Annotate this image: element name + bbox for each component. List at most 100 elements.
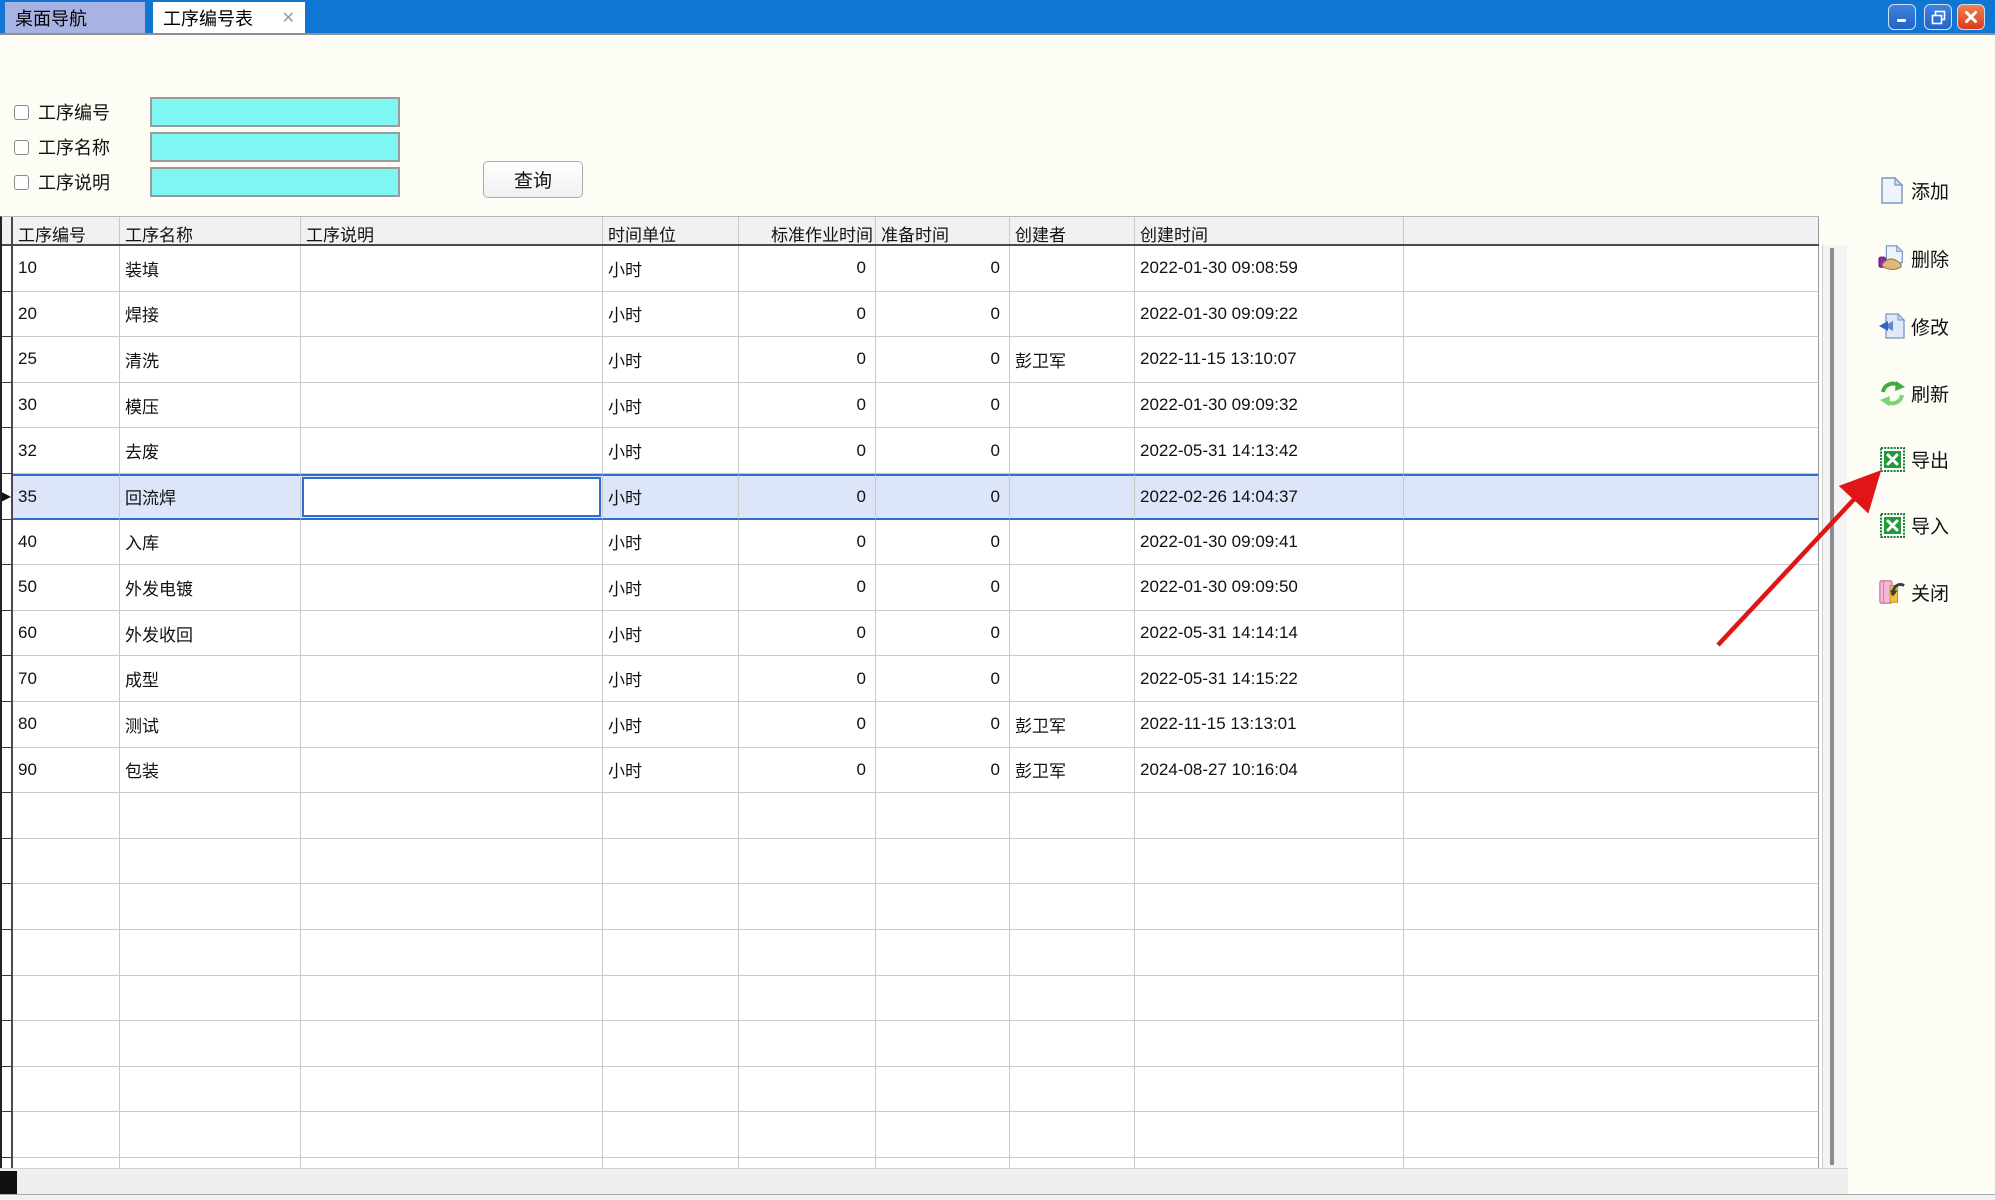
cell-creator[interactable] [1010,1067,1135,1113]
modify-button[interactable]: 修改 [1878,310,1949,342]
cell-desc[interactable] [301,793,603,839]
cell-prep[interactable]: 0 [876,383,1010,429]
process-code-checkbox[interactable] [14,105,29,120]
cell-name[interactable] [120,976,301,1022]
vertical-scrollbar-thumb[interactable] [1830,248,1834,1165]
cell-desc[interactable] [301,337,603,383]
cell-std[interactable] [739,1021,876,1067]
cell-creator[interactable] [1010,428,1135,474]
cell-desc[interactable] [301,976,603,1022]
cell-extra[interactable] [1404,1067,1819,1113]
cell-std[interactable]: 0 [739,702,876,748]
cell-name[interactable] [120,884,301,930]
cell-name[interactable] [120,793,301,839]
process-code-input[interactable] [150,97,400,127]
cell-prep[interactable] [876,839,1010,885]
cell-name[interactable]: 焊接 [120,292,301,338]
cell-std[interactable]: 0 [739,246,876,292]
cell-created[interactable]: 2022-02-26 14:04:37 [1135,474,1404,520]
cell-creator[interactable] [1010,246,1135,292]
table-row[interactable]: 50外发电镀小时002022-01-30 09:09:50 [2,565,1819,611]
delete-button[interactable]: 删除 [1878,242,1949,274]
cell-created[interactable] [1135,1021,1404,1067]
cell-unit[interactable]: 小时 [603,656,739,702]
cell-prep[interactable] [876,1021,1010,1067]
cell-creator[interactable] [1010,930,1135,976]
col-header-unit[interactable]: 时间单位 [603,217,739,244]
cell-prep[interactable]: 0 [876,611,1010,657]
cell-created[interactable] [1135,930,1404,976]
cell-name[interactable]: 回流焊 [120,474,301,520]
cell-name[interactable]: 清洗 [120,337,301,383]
cell-desc[interactable] [301,1112,603,1158]
import-button[interactable]: 导入 [1878,509,1949,541]
cell-code[interactable]: 20 [13,292,120,338]
refresh-button[interactable]: 刷新 [1878,377,1949,409]
cell-created[interactable]: 2022-01-30 09:09:50 [1135,565,1404,611]
horizontal-scrollbar[interactable] [0,1168,1848,1194]
cell-prep[interactable] [876,884,1010,930]
cell-extra[interactable] [1404,383,1819,429]
cell-created[interactable] [1135,976,1404,1022]
cell-prep[interactable]: 0 [876,565,1010,611]
cell-unit[interactable]: 小时 [603,611,739,657]
process-name-checkbox[interactable] [14,140,29,155]
cell-created[interactable]: 2022-05-31 14:13:42 [1135,428,1404,474]
cell-name[interactable]: 去废 [120,428,301,474]
cell-code[interactable] [13,1112,120,1158]
cell-created[interactable]: 2022-01-30 09:09:41 [1135,520,1404,566]
cell-creator[interactable] [1010,1112,1135,1158]
cell-unit[interactable]: 小时 [603,292,739,338]
table-row[interactable]: 40入库小时002022-01-30 09:09:41 [2,520,1819,566]
cell-std[interactable]: 0 [739,337,876,383]
cell-creator[interactable] [1010,793,1135,839]
cell-unit[interactable]: 小时 [603,383,739,429]
cell-name[interactable] [120,1021,301,1067]
cell-std[interactable]: 0 [739,611,876,657]
cell-creator[interactable]: 彭卫军 [1010,702,1135,748]
cell-std[interactable] [739,884,876,930]
cell-unit[interactable]: 小时 [603,246,739,292]
tab-close-icon[interactable]: ✕ [282,8,295,28]
tab-desktop-nav[interactable]: 桌面导航 [5,2,145,33]
cell-name[interactable]: 外发收回 [120,611,301,657]
horizontal-scrollbar-thumb[interactable] [0,1171,17,1194]
cell-unit[interactable] [603,976,739,1022]
cell-code[interactable]: 25 [13,337,120,383]
cell-extra[interactable] [1404,793,1819,839]
cell-unit[interactable] [603,839,739,885]
cell-extra[interactable] [1404,292,1819,338]
cell-extra[interactable] [1404,474,1819,520]
cell-code[interactable]: 50 [13,565,120,611]
cell-created[interactable] [1135,1067,1404,1113]
table-row[interactable]: 30模压小时002022-01-30 09:09:32 [2,383,1819,429]
query-button[interactable]: 查询 [483,161,583,198]
cell-desc[interactable] [301,1158,603,1168]
cell-created[interactable]: 2022-11-15 13:13:01 [1135,702,1404,748]
cell-desc[interactable] [301,520,603,566]
table-row[interactable] [2,1067,1819,1113]
table-row[interactable]: 10装填小时002022-01-30 09:08:59 [2,246,1819,292]
table-row[interactable]: ▶35回流焊小时002022-02-26 14:04:37 [2,474,1819,520]
cell-code[interactable]: 35 [13,474,120,520]
cell-prep[interactable] [876,1112,1010,1158]
col-header-desc[interactable]: 工序说明 [301,217,603,244]
cell-created[interactable]: 2022-11-15 13:10:07 [1135,337,1404,383]
cell-creator[interactable] [1010,565,1135,611]
table-row[interactable] [2,1021,1819,1067]
cell-prep[interactable]: 0 [876,246,1010,292]
cell-creator[interactable] [1010,383,1135,429]
cell-prep[interactable]: 0 [876,428,1010,474]
cell-unit[interactable] [603,1112,739,1158]
table-row[interactable] [2,839,1819,885]
cell-desc[interactable] [301,428,603,474]
table-row[interactable]: 90包装小时00彭卫军2024-08-27 10:16:04 [2,748,1819,794]
cell-prep[interactable] [876,793,1010,839]
cell-created[interactable] [1135,1158,1404,1168]
cell-extra[interactable] [1404,656,1819,702]
cell-desc[interactable] [301,611,603,657]
cell-created[interactable]: 2022-05-31 14:15:22 [1135,656,1404,702]
cell-unit[interactable] [603,1067,739,1113]
cell-desc[interactable] [301,474,603,520]
table-row[interactable]: 70成型小时002022-05-31 14:15:22 [2,656,1819,702]
